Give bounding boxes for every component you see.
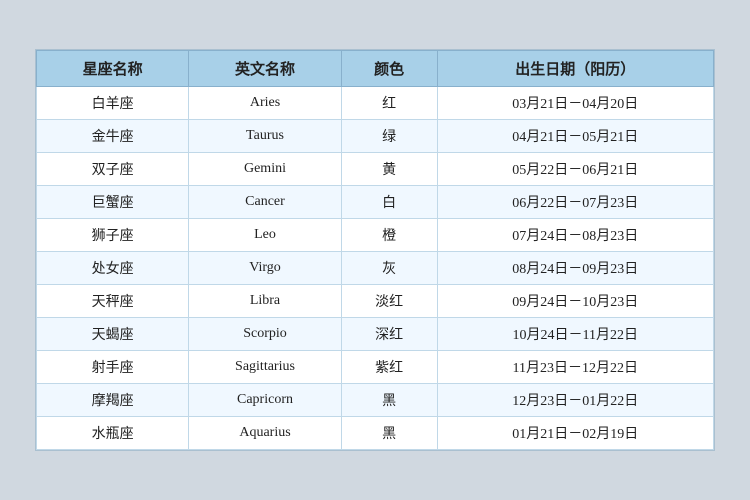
- table-row: 金牛座Taurus绿04月21日－05月21日: [37, 120, 714, 153]
- table-cell-6-3: 09月24日－10月23日: [437, 285, 713, 318]
- table-cell-9-3: 12月23日－01月22日: [437, 384, 713, 417]
- table-cell-3-1: Cancer: [189, 186, 341, 219]
- table-row: 巨蟹座Cancer白06月22日－07月23日: [37, 186, 714, 219]
- table-cell-8-2: 紫红: [341, 351, 437, 384]
- zodiac-table: 星座名称英文名称颜色出生日期（阳历） 白羊座Aries红03月21日－04月20…: [36, 50, 714, 450]
- table-row: 天蝎座Scorpio深红10月24日－11月22日: [37, 318, 714, 351]
- table-cell-4-1: Leo: [189, 219, 341, 252]
- table-cell-3-3: 06月22日－07月23日: [437, 186, 713, 219]
- table-cell-2-3: 05月22日－06月21日: [437, 153, 713, 186]
- table-cell-4-3: 07月24日－08月23日: [437, 219, 713, 252]
- table-header-col-3: 出生日期（阳历）: [437, 51, 713, 87]
- table-header-col-2: 颜色: [341, 51, 437, 87]
- table-row: 射手座Sagittarius紫红11月23日－12月22日: [37, 351, 714, 384]
- table-cell-1-0: 金牛座: [37, 120, 189, 153]
- table-cell-6-1: Libra: [189, 285, 341, 318]
- table-cell-2-1: Gemini: [189, 153, 341, 186]
- table-cell-3-0: 巨蟹座: [37, 186, 189, 219]
- table-cell-8-0: 射手座: [37, 351, 189, 384]
- table-cell-6-2: 淡红: [341, 285, 437, 318]
- table-cell-6-0: 天秤座: [37, 285, 189, 318]
- table-row: 摩羯座Capricorn黑12月23日－01月22日: [37, 384, 714, 417]
- table-cell-5-3: 08月24日－09月23日: [437, 252, 713, 285]
- table-body: 白羊座Aries红03月21日－04月20日金牛座Taurus绿04月21日－0…: [37, 87, 714, 450]
- table-cell-7-3: 10月24日－11月22日: [437, 318, 713, 351]
- table-cell-10-3: 01月21日－02月19日: [437, 417, 713, 450]
- table-cell-3-2: 白: [341, 186, 437, 219]
- table-cell-9-2: 黑: [341, 384, 437, 417]
- table-cell-7-0: 天蝎座: [37, 318, 189, 351]
- zodiac-table-wrapper: 星座名称英文名称颜色出生日期（阳历） 白羊座Aries红03月21日－04月20…: [35, 49, 715, 451]
- table-cell-0-3: 03月21日－04月20日: [437, 87, 713, 120]
- table-cell-8-3: 11月23日－12月22日: [437, 351, 713, 384]
- table-cell-10-1: Aquarius: [189, 417, 341, 450]
- table-cell-1-1: Taurus: [189, 120, 341, 153]
- table-cell-1-3: 04月21日－05月21日: [437, 120, 713, 153]
- table-row: 水瓶座Aquarius黑01月21日－02月19日: [37, 417, 714, 450]
- table-row: 双子座Gemini黄05月22日－06月21日: [37, 153, 714, 186]
- table-cell-9-0: 摩羯座: [37, 384, 189, 417]
- table-cell-0-0: 白羊座: [37, 87, 189, 120]
- table-cell-9-1: Capricorn: [189, 384, 341, 417]
- table-cell-2-2: 黄: [341, 153, 437, 186]
- table-cell-8-1: Sagittarius: [189, 351, 341, 384]
- table-row: 白羊座Aries红03月21日－04月20日: [37, 87, 714, 120]
- table-cell-5-2: 灰: [341, 252, 437, 285]
- table-cell-0-2: 红: [341, 87, 437, 120]
- table-cell-2-0: 双子座: [37, 153, 189, 186]
- table-cell-5-1: Virgo: [189, 252, 341, 285]
- table-cell-10-0: 水瓶座: [37, 417, 189, 450]
- table-row: 处女座Virgo灰08月24日－09月23日: [37, 252, 714, 285]
- table-row: 狮子座Leo橙07月24日－08月23日: [37, 219, 714, 252]
- table-cell-10-2: 黑: [341, 417, 437, 450]
- table-header-col-1: 英文名称: [189, 51, 341, 87]
- table-header-row: 星座名称英文名称颜色出生日期（阳历）: [37, 51, 714, 87]
- table-cell-4-2: 橙: [341, 219, 437, 252]
- table-cell-0-1: Aries: [189, 87, 341, 120]
- table-cell-5-0: 处女座: [37, 252, 189, 285]
- table-row: 天秤座Libra淡红09月24日－10月23日: [37, 285, 714, 318]
- table-cell-7-2: 深红: [341, 318, 437, 351]
- table-cell-4-0: 狮子座: [37, 219, 189, 252]
- table-header-col-0: 星座名称: [37, 51, 189, 87]
- table-cell-1-2: 绿: [341, 120, 437, 153]
- table-cell-7-1: Scorpio: [189, 318, 341, 351]
